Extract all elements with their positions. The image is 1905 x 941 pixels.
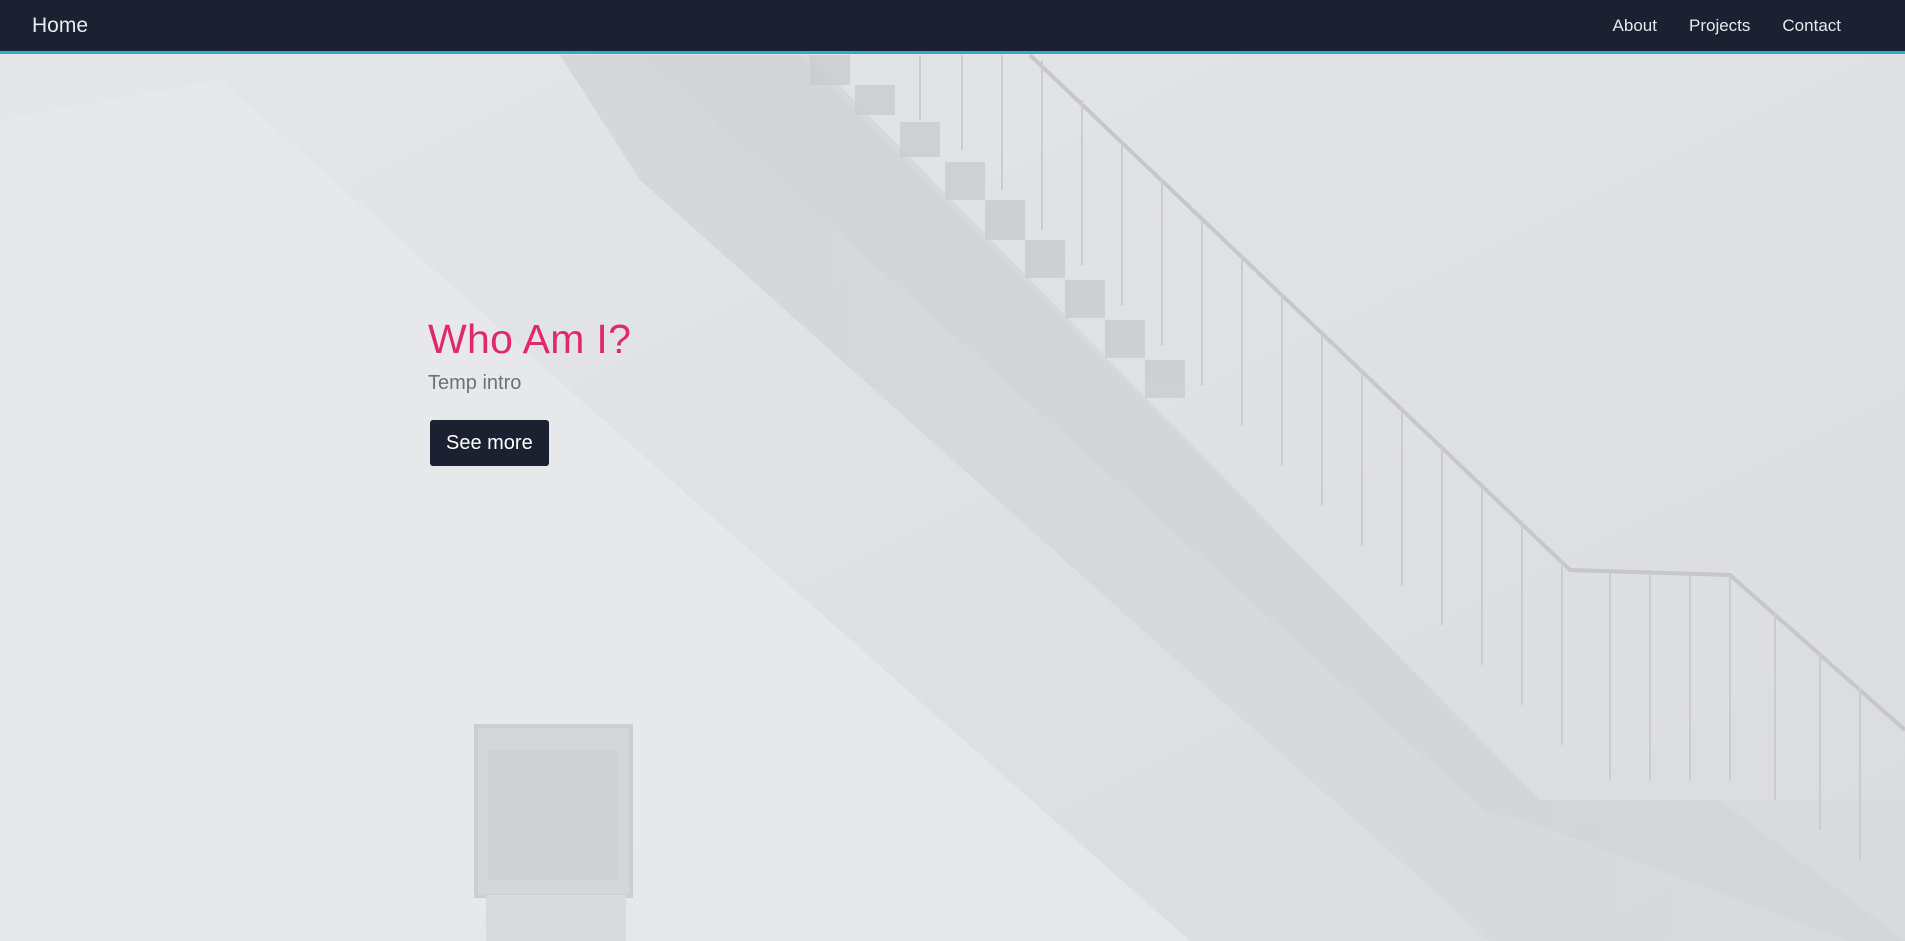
page: Home About Projects Contact Who Am I? Te… [0, 0, 1905, 941]
top-navbar: Home About Projects Contact [0, 0, 1905, 54]
hero-title: Who Am I? [428, 316, 632, 362]
hero-subtitle: Temp intro [428, 372, 522, 394]
hero-background-image [0, 0, 1905, 941]
nav-about-link[interactable]: About [1613, 15, 1657, 37]
nav-home-link[interactable]: Home [32, 13, 88, 39]
nav-projects-link[interactable]: Projects [1689, 15, 1750, 37]
see-more-button[interactable]: See more [430, 420, 549, 466]
hero-section: Who Am I? Temp intro See more [428, 314, 631, 466]
nav-links: About Projects Contact [1581, 15, 1841, 37]
nav-contact-link[interactable]: Contact [1782, 15, 1841, 37]
